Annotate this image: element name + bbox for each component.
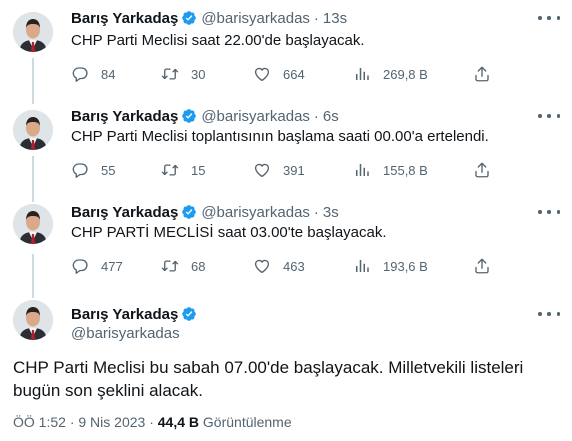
reply-icon <box>71 161 89 179</box>
retweet-icon <box>161 65 179 83</box>
more-options-icon[interactable] <box>538 108 560 124</box>
author-handle[interactable]: @barisyarkadas <box>201 10 310 27</box>
views-count: 269,8 B <box>383 66 428 82</box>
more-options-icon[interactable] <box>538 10 560 26</box>
reply-count: 477 <box>101 258 123 274</box>
like-button[interactable]: 664 <box>253 64 305 84</box>
views-button[interactable]: 269,8 B <box>353 64 428 84</box>
like-button[interactable]: 391 <box>253 160 305 180</box>
author-name[interactable]: Barış Yarkadaş <box>71 204 178 221</box>
like-count: 391 <box>283 162 305 178</box>
retweet-button[interactable]: 15 <box>161 160 205 180</box>
avatar[interactable] <box>13 110 53 150</box>
retweet-icon <box>161 257 179 275</box>
tweet-header: Barış Yarkadaş @barisyarkadas · 13s <box>71 8 347 28</box>
author-name[interactable]: Barış Yarkadaş <box>71 306 178 323</box>
avatar[interactable] <box>13 300 53 340</box>
views-button[interactable]: 193,6 B <box>353 256 428 276</box>
separator: · <box>313 107 319 125</box>
heart-icon <box>253 161 271 179</box>
reply-icon <box>71 65 89 83</box>
action-bar: 55 15 391 155,8 B <box>71 160 491 180</box>
main-tweet-header: Barış Yarkadaş @barisyarkadas <box>71 304 201 344</box>
timestamp[interactable]: 13s <box>323 10 347 27</box>
separator: · <box>149 414 154 430</box>
retweet-button[interactable]: 68 <box>161 256 205 276</box>
author-handle[interactable]: @barisyarkadas <box>71 324 201 344</box>
separator: · <box>313 9 319 27</box>
author-name[interactable]: Barış Yarkadaş <box>71 108 178 125</box>
tweet[interactable]: Barış Yarkadaş @barisyarkadas · 3s CHP P… <box>0 196 572 294</box>
reply-count: 55 <box>101 162 116 178</box>
like-count: 664 <box>283 66 305 82</box>
main-tweet-text: CHP Parti Meclisi bu sabah 07.00'de başl… <box>13 358 524 400</box>
avatar[interactable] <box>13 204 53 244</box>
verified-badge-icon <box>181 10 197 26</box>
reply-button[interactable]: 477 <box>71 256 123 276</box>
verified-badge-icon <box>181 204 197 220</box>
more-options-icon[interactable] <box>538 204 560 220</box>
share-icon <box>473 257 491 275</box>
tweet-header: Barış Yarkadaş @barisyarkadas · 3s <box>71 202 339 222</box>
tweet-text: CHP Parti Meclisi toplantısının başlama … <box>71 128 489 145</box>
retweet-button[interactable]: 30 <box>161 64 205 84</box>
views-chart-icon <box>353 257 371 275</box>
reply-button[interactable]: 55 <box>71 160 115 180</box>
share-button[interactable] <box>473 160 491 180</box>
views-chart-icon <box>353 65 371 83</box>
timestamp[interactable]: 3s <box>323 204 339 221</box>
tweet-header: Barış Yarkadaş @barisyarkadas · 6s <box>71 106 339 126</box>
post-date[interactable]: 9 Nis 2023 <box>78 414 145 430</box>
heart-icon <box>253 65 271 83</box>
tweet-meta: ÖÖ 1:52 · 9 Nis 2023 · 44,4 B Görüntülen… <box>13 414 292 430</box>
views-count: 155,8 B <box>383 162 428 178</box>
more-options-icon[interactable] <box>538 306 560 322</box>
like-count: 463 <box>283 258 305 274</box>
avatar[interactable] <box>13 12 53 52</box>
views-chart-icon <box>353 161 371 179</box>
views-count: 193,6 B <box>383 258 428 274</box>
share-button[interactable] <box>473 256 491 276</box>
share-icon <box>473 161 491 179</box>
author-handle[interactable]: @barisyarkadas <box>201 204 310 221</box>
views-total: 44,4 B <box>157 414 200 430</box>
retweet-count: 15 <box>191 162 206 178</box>
separator: · <box>313 203 319 221</box>
timestamp[interactable]: 6s <box>323 108 339 125</box>
reply-icon <box>71 257 89 275</box>
like-button[interactable]: 463 <box>253 256 305 276</box>
share-button[interactable] <box>473 64 491 84</box>
verified-badge-icon <box>181 306 197 322</box>
action-bar: 477 68 463 193,6 B <box>71 256 491 276</box>
tweet-text: CHP PARTİ MECLİSİ saat 03.00'te başlayac… <box>71 224 387 241</box>
author-name[interactable]: Barış Yarkadaş <box>71 10 178 27</box>
separator: · <box>69 414 75 430</box>
retweet-icon <box>161 161 179 179</box>
verified-badge-icon <box>181 108 197 124</box>
reply-button[interactable]: 84 <box>71 64 115 84</box>
author-handle[interactable]: @barisyarkadas <box>201 108 310 125</box>
retweet-count: 30 <box>191 66 206 82</box>
share-icon <box>473 65 491 83</box>
retweet-count: 68 <box>191 258 206 274</box>
action-bar: 84 30 664 269,8 B <box>71 64 491 84</box>
tweet-text: CHP Parti Meclisi saat 22.00'de başlayac… <box>71 32 365 49</box>
tweet[interactable]: Barış Yarkadaş @barisyarkadas · 6s CHP P… <box>0 98 572 196</box>
views-button[interactable]: 155,8 B <box>353 160 428 180</box>
reply-count: 84 <box>101 66 116 82</box>
heart-icon <box>253 257 271 275</box>
views-label: Görüntülenme <box>202 414 292 430</box>
tweet[interactable]: Barış Yarkadaş @barisyarkadas · 13s CHP … <box>0 0 572 98</box>
post-time[interactable]: ÖÖ 1:52 <box>13 414 66 430</box>
